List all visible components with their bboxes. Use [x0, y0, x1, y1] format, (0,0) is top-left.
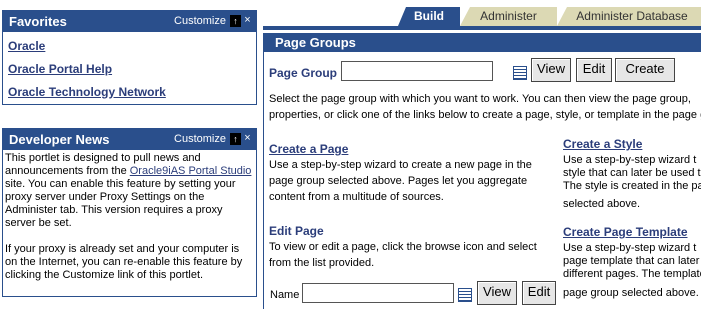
- page-groups-header: Page Groups: [263, 33, 701, 52]
- instructions-line-1: Select the page group with which you wan…: [269, 93, 691, 105]
- create-page-link[interactable]: Create a Page: [269, 142, 348, 156]
- create-style-line-3: The style is created in the pa: [563, 180, 701, 192]
- create-page-line-2: page group selected above. Pages let you…: [269, 175, 528, 187]
- view-button[interactable]: View: [531, 58, 571, 82]
- page-edit-button[interactable]: Edit: [522, 281, 556, 305]
- browse-list-icon[interactable]: [458, 288, 472, 302]
- name-label: Name: [270, 289, 300, 301]
- page-view-button[interactable]: View: [477, 281, 517, 305]
- developer-news-paragraph-1: This portlet is designed to pull news an…: [5, 152, 252, 229]
- create-template-line-4: page group selected above.: [563, 287, 699, 299]
- developer-news-portlet: Developer News Customize ↑ × This portle…: [2, 128, 257, 297]
- collapse-icon[interactable]: ↑: [230, 15, 241, 27]
- edit-page-line-1: To view or edit a page, click the browse…: [269, 241, 537, 253]
- tab-administer[interactable]: Administer: [460, 7, 557, 26]
- page-groups-title: Page Groups: [275, 35, 356, 50]
- instructions-line-2: properties, or click one of the links be…: [269, 109, 701, 121]
- page-group-label: Page Group: [269, 66, 338, 80]
- favorites-customize-link[interactable]: Customize: [174, 15, 226, 27]
- developer-news-title: Developer News: [9, 132, 110, 147]
- developer-news-body: This portlet is designed to pull news an…: [5, 152, 253, 282]
- tab-build[interactable]: Build: [398, 7, 460, 26]
- edit-page-line-2: from the list provided.: [269, 257, 375, 269]
- favorites-portlet: Favorites Customize ↑ × Oracle Oracle Po…: [2, 10, 257, 105]
- page-group-input[interactable]: [341, 61, 493, 81]
- create-button[interactable]: Create: [615, 58, 675, 82]
- favorites-title: Favorites: [9, 14, 67, 29]
- developer-news-customize-link[interactable]: Customize: [174, 133, 226, 145]
- developer-news-paragraph-2: If your proxy is already set and your co…: [5, 243, 243, 281]
- create-page-line-1: Use a step-by-step wizard to create a ne…: [269, 159, 532, 171]
- tab-underline: [263, 26, 701, 30]
- developer-news-header: Developer News Customize ↑ ×: [3, 129, 256, 150]
- favorite-link-oracle[interactable]: Oracle: [8, 39, 45, 53]
- create-page-template-link[interactable]: Create Page Template: [563, 225, 688, 239]
- browse-list-icon[interactable]: [513, 66, 527, 80]
- tab-administer-database[interactable]: Administer Database: [557, 7, 701, 26]
- favorite-link-otn[interactable]: Oracle Technology Network: [8, 85, 166, 99]
- favorite-link-portal-help[interactable]: Oracle Portal Help: [8, 62, 112, 76]
- create-template-line-3: different pages. The template: [563, 268, 701, 280]
- page-name-input[interactable]: [302, 283, 454, 303]
- collapse-icon[interactable]: ↑: [230, 133, 241, 145]
- create-style-line-4: selected above.: [563, 198, 641, 210]
- create-page-line-3: content from a multitude of sources.: [269, 191, 444, 203]
- edit-page-label: Edit Page: [269, 224, 324, 238]
- edit-button[interactable]: Edit: [576, 58, 612, 82]
- create-style-link[interactable]: Create a Style: [563, 137, 642, 151]
- portal-studio-link[interactable]: Oracle9iAS Portal Studio: [130, 165, 252, 177]
- close-icon[interactable]: ×: [242, 15, 253, 27]
- favorites-header: Favorites Customize ↑ ×: [3, 11, 256, 32]
- close-icon[interactable]: ×: [242, 133, 253, 145]
